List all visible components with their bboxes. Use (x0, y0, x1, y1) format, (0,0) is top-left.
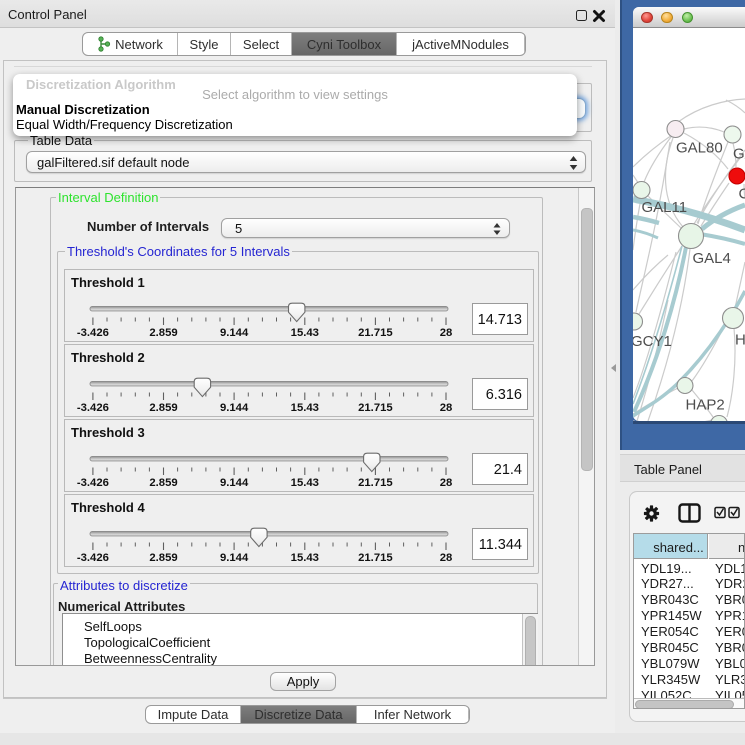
svg-text:15.43: 15.43 (291, 477, 319, 489)
svg-text:9.144: 9.144 (220, 552, 249, 564)
svg-text:21.715: 21.715 (358, 552, 393, 564)
svg-text:CYC1: CYC1 (739, 186, 745, 203)
svg-text:28: 28 (440, 327, 453, 339)
svg-text:28: 28 (440, 477, 453, 489)
svg-text:15.43: 15.43 (291, 402, 319, 414)
svg-text:9.144: 9.144 (220, 327, 249, 339)
svg-text:21.715: 21.715 (358, 477, 393, 489)
svg-text:21.715: 21.715 (358, 327, 393, 339)
svg-text:2.859: 2.859 (149, 327, 177, 339)
svg-text:-3.426: -3.426 (77, 552, 109, 564)
svg-text:9.144: 9.144 (220, 477, 249, 489)
svg-text:15.43: 15.43 (291, 327, 319, 339)
svg-text:2.859: 2.859 (149, 552, 177, 564)
svg-text:15.43: 15.43 (291, 552, 319, 564)
svg-text:GAL11: GAL11 (642, 199, 688, 216)
svg-text:HAP2: HAP2 (686, 397, 725, 414)
svg-text:HIS4: HIS4 (735, 332, 745, 349)
svg-text:GAL80: GAL80 (676, 140, 723, 157)
svg-text:28: 28 (440, 402, 453, 414)
svg-text:21.715: 21.715 (358, 402, 393, 414)
svg-text:-3.426: -3.426 (77, 327, 109, 339)
svg-text:2.859: 2.859 (149, 477, 177, 489)
svg-text:9.144: 9.144 (220, 402, 249, 414)
svg-text:GAL3: GAL3 (733, 146, 745, 163)
svg-text:-3.426: -3.426 (77, 402, 109, 414)
svg-text:28: 28 (440, 552, 453, 564)
svg-text:2.859: 2.859 (149, 402, 177, 414)
svg-text:GAL4: GAL4 (693, 250, 731, 267)
svg-text:GCY1: GCY1 (633, 333, 672, 350)
svg-text:-3.426: -3.426 (77, 477, 109, 489)
